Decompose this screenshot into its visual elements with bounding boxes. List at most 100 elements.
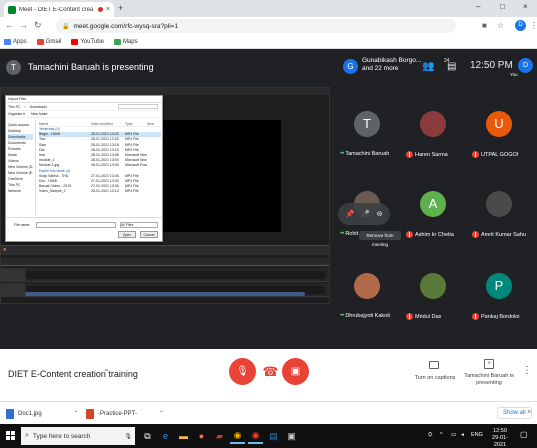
search-icon: ⌕ xyxy=(25,432,29,439)
edge-icon[interactable]: e xyxy=(158,428,173,444)
more-options-icon[interactable]: ⋮ xyxy=(522,365,532,376)
timeline-track xyxy=(1,268,329,282)
taskbar-clock[interactable]: 12:50 29-01-2021 xyxy=(486,428,514,448)
camera-app-icon[interactable]: ▣ xyxy=(284,428,299,444)
tab-close-button[interactable]: × xyxy=(106,6,110,13)
bookmark-apps[interactable]: Apps xyxy=(4,39,27,45)
shelf-close-button[interactable]: × xyxy=(527,409,531,416)
volume-icon[interactable]: ◂ xyxy=(461,432,464,438)
mute-participant-icon[interactable]: 🎤 xyxy=(361,210,370,218)
people-icon[interactable]: 👥 xyxy=(422,61,434,72)
participant-avatar xyxy=(354,273,380,299)
browser-menu-icon[interactable]: ⋮ xyxy=(530,21,537,30)
chevron-up-icon[interactable]: ⌃ xyxy=(103,368,110,377)
participant-name-row: Ashim kr Chetia xyxy=(406,231,454,238)
video-preview xyxy=(163,120,281,232)
profile-avatar[interactable]: D xyxy=(515,20,526,31)
chrome-icon[interactable]: ◉ xyxy=(230,428,245,444)
bookmark-gmail[interactable]: Gmail xyxy=(36,39,61,45)
bookmark-youtube[interactable]: YouTube xyxy=(71,39,104,45)
file-row: Video_Sample_2 26-01-2021 13:14 MP4 File xyxy=(39,189,139,194)
participant-tile[interactable]: Mridul Das xyxy=(404,259,470,327)
dialog-footer: File name: All Files Open Cancel xyxy=(6,217,162,241)
task-view-icon[interactable]: ⧉ xyxy=(140,428,155,444)
file-name-input xyxy=(36,222,116,228)
minimize-button[interactable]: – xyxy=(476,2,480,11)
window-close-button[interactable]: × xyxy=(523,2,528,11)
file-explorer-icon[interactable]: ▬ xyxy=(176,428,191,444)
windows-start-icon[interactable] xyxy=(6,431,16,441)
video-editor-icon[interactable]: ◉ xyxy=(248,428,263,444)
dialog-open-button: Open xyxy=(118,231,136,238)
participant-avatar: T xyxy=(354,111,380,137)
camera-indicator-icon[interactable]: ■ xyxy=(482,21,487,30)
participant-avatar: A xyxy=(420,191,446,217)
reload-icon[interactable]: ↻ xyxy=(34,20,42,31)
taskbar-search[interactable]: ⌕ Type here to search 🎙 xyxy=(21,427,135,445)
tray-chevron-icon[interactable]: ^ xyxy=(440,432,443,438)
people-tray-icon[interactable]: ⛭ xyxy=(428,432,432,439)
captions-icon[interactable] xyxy=(429,361,439,369)
chevron-up-icon[interactable]: ⌃ xyxy=(74,410,79,417)
word-file-icon xyxy=(6,408,14,419)
participant-tile[interactable]: T ••• Tamachini Baruah xyxy=(338,97,404,165)
recording-dot-icon xyxy=(97,7,103,12)
browser-tab[interactable]: Meet - DIET E-Content crea × xyxy=(4,2,114,17)
firefox-icon[interactable]: ● xyxy=(194,428,209,444)
dialog-cancel-button: Cancel xyxy=(140,231,158,238)
editor-toolbar xyxy=(1,245,329,255)
participant-tile[interactable]: Amrit Kumar Sahu xyxy=(470,177,536,245)
presenting-label[interactable]: Tamachini Baruah is presenting xyxy=(462,373,516,387)
participant-name: Mridul Das xyxy=(415,313,442,320)
word-icon[interactable]: ▤ xyxy=(266,428,281,444)
new-tab-button[interactable]: + xyxy=(118,3,123,13)
mic-off-button[interactable]: 🎙 xyxy=(229,358,256,385)
meet-controls-bar: DIET E-Content creation training ⌃ 🎙 ☎ ▣… xyxy=(0,349,537,401)
present-icon[interactable]: + xyxy=(484,359,494,369)
browser-tabstrip: Meet - DIET E-Content crea × + – □ × xyxy=(0,0,537,17)
back-arrow-icon[interactable]: ← xyxy=(5,20,14,30)
powerpoint-icon[interactable]: ▰ xyxy=(212,428,227,444)
participant-avatar xyxy=(486,191,512,217)
participant-tile[interactable]: A Ashim kr Chetia xyxy=(404,177,470,245)
participant-tile[interactable]: Haren Sarma xyxy=(404,97,470,165)
dialog-nav-pane: Quick access Desktop Downloads Documents… xyxy=(6,120,36,215)
shared-screen: ● Import Files This PC › Downloads Organ… xyxy=(0,87,330,304)
captions-label[interactable]: Turn on captions xyxy=(410,375,460,381)
language-indicator[interactable]: ENG xyxy=(471,432,483,438)
remove-participant-icon[interactable]: ⊖ xyxy=(377,210,383,218)
chat-icon[interactable]: ▤ xyxy=(447,61,456,72)
participant-avatar xyxy=(420,273,446,299)
hang-up-button[interactable]: ☎ xyxy=(257,358,284,385)
battery-icon[interactable]: ▭ xyxy=(451,432,456,438)
meeting-title[interactable]: DIET E-Content creation training xyxy=(8,369,138,379)
participant-tile[interactable]: U UTPAL GOGOI xyxy=(470,97,536,165)
play-icon: ● xyxy=(3,247,7,253)
maximize-button[interactable]: □ xyxy=(500,2,505,11)
pin-icon[interactable]: 📌 xyxy=(345,210,354,218)
presenter-bar: T Tamachini Baruah is presenting xyxy=(0,49,335,85)
address-bar[interactable]: 🔒 meet.google.com/rfc-wysq-sra?pli=1 xyxy=(56,19,456,33)
participant-tile[interactable]: ••• Dhrubajyoti Kakoti xyxy=(338,259,404,327)
participant-avatar: P xyxy=(486,273,512,299)
bookmark-star-icon[interactable]: ☆ xyxy=(497,21,504,30)
file-type-select: All Files xyxy=(120,222,158,228)
participants-header: G Gunabikash Borgo... and 22 more 👥 24 ▤… xyxy=(340,49,537,85)
bookmark-maps[interactable]: Maps xyxy=(113,39,138,45)
dialog-search xyxy=(118,104,158,109)
camera-off-button[interactable]: ▣ xyxy=(282,358,309,385)
participant-name-row: Haren Sarma xyxy=(406,151,448,158)
url-text[interactable]: meet.google.com/rfc-wysq-sra?pli=1 xyxy=(73,23,178,30)
timeline-ruler xyxy=(1,258,329,266)
dialog-file-list: Name Date modified Type Size Yesterday (… xyxy=(38,120,162,215)
download-item[interactable]: -Practice-PPT- ⌃ xyxy=(86,407,164,420)
notifications-icon[interactable]: ▢ xyxy=(520,430,528,439)
forward-arrow-icon[interactable]: → xyxy=(19,20,28,30)
meet-favicon-icon xyxy=(8,5,16,14)
participant-tile[interactable]: P Pankaj Bordoloi xyxy=(470,259,536,327)
chevron-up-icon[interactable]: ⌃ xyxy=(159,410,164,417)
dialog-title: Import Files xyxy=(6,96,162,103)
participant-name: UTPAL GOGOI xyxy=(481,151,519,158)
participant-name: Haren Sarma xyxy=(415,151,448,158)
download-item[interactable]: Doc1.jpg ⌃ xyxy=(6,407,79,420)
